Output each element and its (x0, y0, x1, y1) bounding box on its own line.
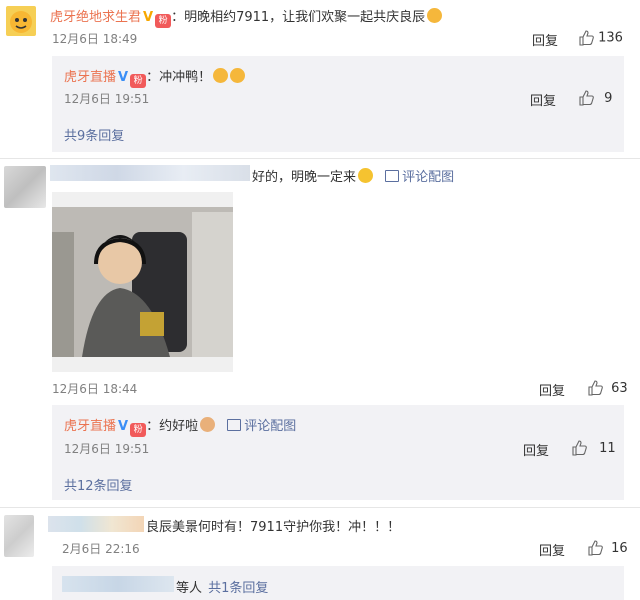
more-replies-link[interactable]: 共12条回复 (64, 475, 133, 494)
like-count: 63 (611, 380, 628, 396)
avatar[interactable] (4, 515, 34, 557)
comment-text: ：明晚相约7911，让我们欢聚一起共庆良辰 (171, 10, 426, 25)
cheers-emoji-icon (230, 68, 246, 83)
picture-icon (227, 419, 242, 431)
reply-button[interactable]: 回复 (539, 540, 565, 559)
cheers-emoji-icon (213, 68, 229, 83)
like-button[interactable]: 63 (587, 380, 628, 396)
sub-reply-time: 12月6日 19:51 (64, 442, 150, 456)
like-count: 16 (611, 540, 628, 556)
more-replies-prefix: 等人 (176, 581, 203, 596)
sub-reply-line: 虎牙直播 V 粉：约好啦 评论配图 (64, 415, 296, 437)
divider (0, 507, 640, 508)
reply-button[interactable]: 回复 (523, 440, 549, 459)
cheers-emoji-icon (427, 8, 443, 23)
comment-image[interactable] (52, 192, 233, 372)
sub-reply-text: ：冲冲鸭！ (146, 70, 212, 85)
more-replies-link[interactable]: 共1条回复 (208, 581, 268, 596)
comment-time: 2月6日 22:16 (62, 542, 140, 556)
cat-emoji-icon (200, 417, 216, 432)
fan-medal-icon: 粉 (155, 14, 172, 28)
reply-button[interactable]: 回复 (539, 380, 565, 399)
like-button[interactable]: 16 (587, 540, 628, 556)
avatar[interactable] (4, 166, 46, 208)
username-link[interactable]: 虎牙直播 (64, 419, 116, 434)
thumbs-up-icon (579, 30, 594, 46)
cool-sunglasses-emoji-icon (358, 168, 374, 183)
sub-reply-line: 虎牙直播 V 粉：冲冲鸭！ (64, 66, 246, 88)
like-button[interactable]: 9 (578, 90, 612, 106)
thumbs-up-icon (579, 90, 594, 106)
like-button[interactable]: 11 (571, 440, 616, 456)
comment-line: 虎牙绝地求生君 V 粉：明晚相约7911，让我们欢聚一起共庆良辰 (50, 6, 443, 28)
comment-text: 好的，明晚一定来 (252, 170, 357, 185)
thumbs-up-icon (588, 540, 603, 556)
like-count: 136 (598, 30, 623, 46)
verified-badge-icon: V (118, 70, 129, 85)
blurred-username (62, 576, 174, 592)
comment-picture-link[interactable]: 评论配图 (227, 419, 296, 434)
fan-medal-icon: 粉 (130, 74, 147, 88)
comment-time: 12月6日 18:44 (52, 382, 138, 396)
like-button[interactable]: 136 (578, 30, 623, 46)
comment-line: 好的，明晚一定来 评论配图 (252, 166, 454, 185)
sub-reply-text: ：约好啦 (146, 419, 199, 434)
tiger-avatar-icon (10, 11, 32, 33)
like-count: 11 (599, 440, 616, 456)
more-replies-line: 等人 共1条回复 (176, 577, 268, 596)
fan-medal-icon: 粉 (130, 423, 147, 437)
sub-reply-time: 12月6日 19:51 (64, 92, 150, 106)
thumbs-up-icon (572, 440, 587, 456)
reply-button[interactable]: 回复 (532, 30, 558, 49)
verified-badge-icon: V (118, 419, 129, 434)
divider (0, 158, 640, 159)
like-count: 9 (604, 90, 613, 106)
verified-badge-icon: V (143, 10, 154, 25)
comment-picture-link[interactable]: 评论配图 (385, 170, 454, 185)
blurred-username (48, 516, 144, 532)
username-link[interactable]: 虎牙直播 (64, 70, 116, 85)
picture-icon (385, 170, 400, 182)
reply-button[interactable]: 回复 (530, 90, 556, 109)
avatar[interactable] (6, 6, 36, 36)
blurred-username (50, 165, 250, 181)
thumbs-up-icon (588, 380, 603, 396)
comment-text: 良辰美景何时有！7911守护你我！冲！！！ (146, 520, 401, 535)
username-link[interactable]: 虎牙绝地求生君 (50, 10, 141, 25)
comment-time: 12月6日 18:49 (52, 32, 138, 46)
more-replies-link[interactable]: 共9条回复 (64, 125, 124, 144)
comment-photo (52, 207, 233, 357)
